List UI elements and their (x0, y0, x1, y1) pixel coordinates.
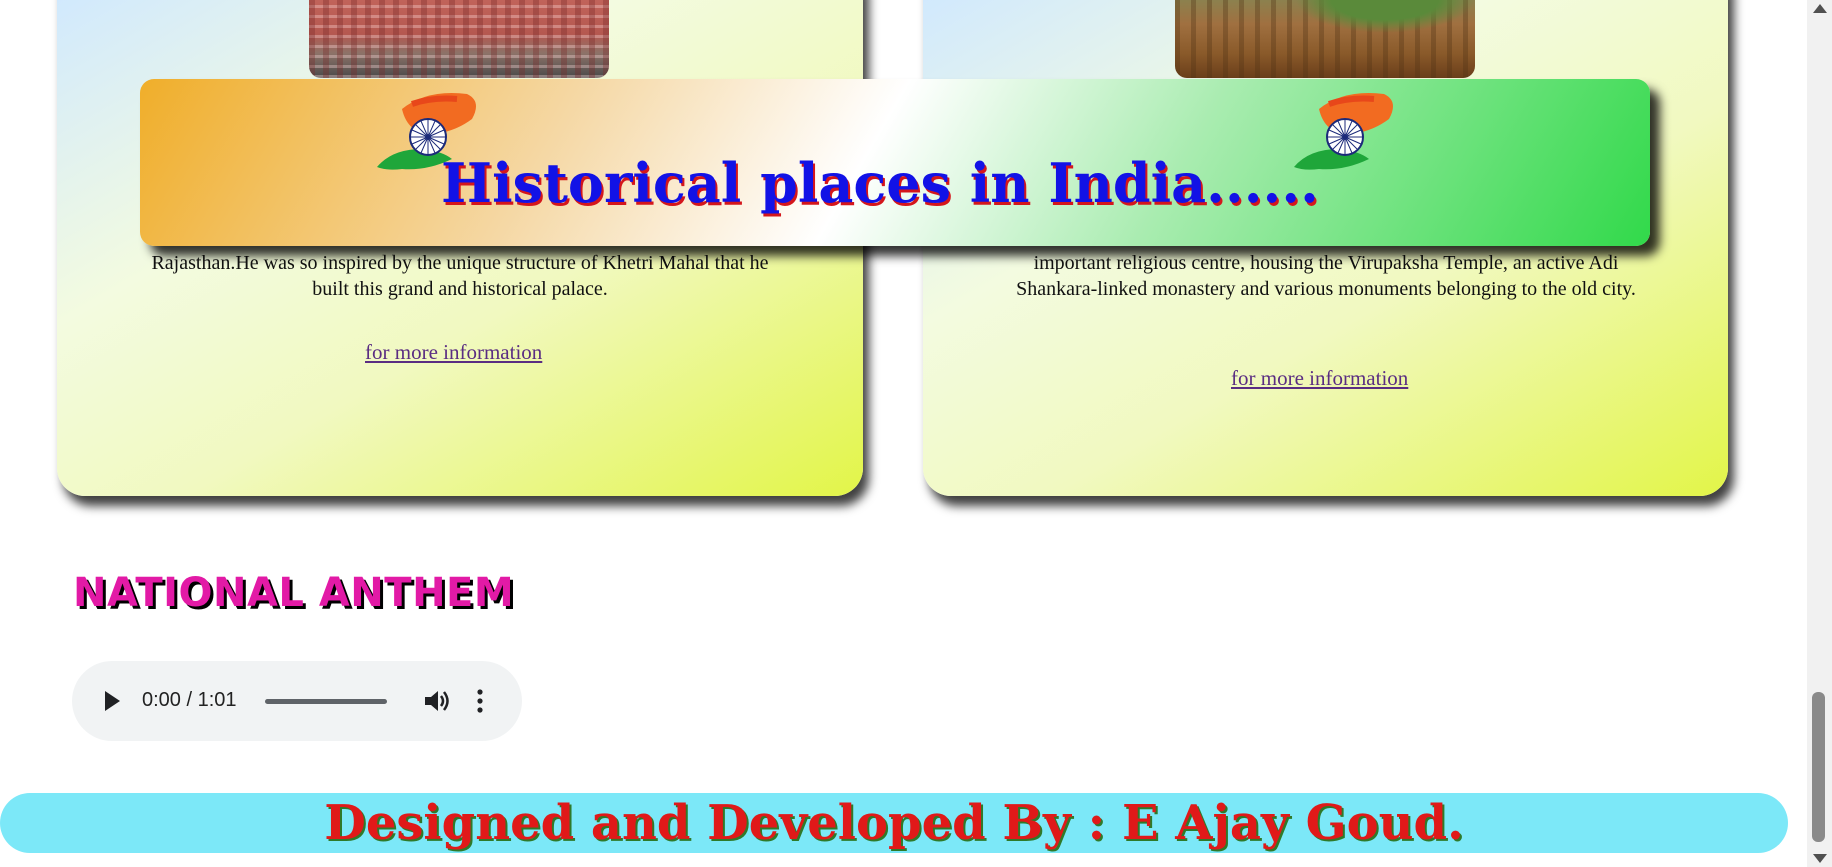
play-icon[interactable] (102, 689, 122, 713)
historical-place-card-right: important religious centre, housing the … (923, 0, 1728, 496)
page-scrollbar[interactable] (1807, 0, 1832, 867)
page-title-banner: Historical places in India...... (140, 79, 1650, 246)
volume-icon[interactable] (422, 687, 450, 715)
audio-progress-slider[interactable] (265, 699, 387, 704)
audio-time: 0:00 / 1:01 (142, 689, 237, 711)
anthem-audio-player[interactable]: 0:00 / 1:01 (72, 661, 522, 741)
national-anthem-heading: NATIONAL ANTHEM (73, 570, 515, 616)
more-information-link[interactable]: for more information (1231, 366, 1408, 391)
scroll-down-arrow-icon[interactable] (1813, 854, 1827, 863)
card-description: important religious centre, housing the … (1016, 252, 1636, 300)
more-options-icon[interactable] (476, 687, 484, 715)
scrollbar-thumb[interactable] (1812, 692, 1825, 842)
page-title: Historical places in India...... (441, 151, 1319, 215)
historical-place-card-left: Rajasthan.He was so inspired by the uniq… (57, 0, 863, 496)
india-flag-icon (1294, 93, 1393, 170)
hampi-image (1175, 0, 1475, 78)
footer-credit: Designed and Developed By : E Ajay Goud. (324, 795, 1464, 851)
hawa-mahal-image (309, 0, 609, 78)
more-information-link[interactable]: for more information (365, 340, 542, 365)
scroll-up-arrow-icon[interactable] (1813, 4, 1827, 13)
footer: Designed and Developed By : E Ajay Goud. (0, 793, 1788, 853)
card-description: Rajasthan.He was so inspired by the uniq… (151, 252, 769, 300)
